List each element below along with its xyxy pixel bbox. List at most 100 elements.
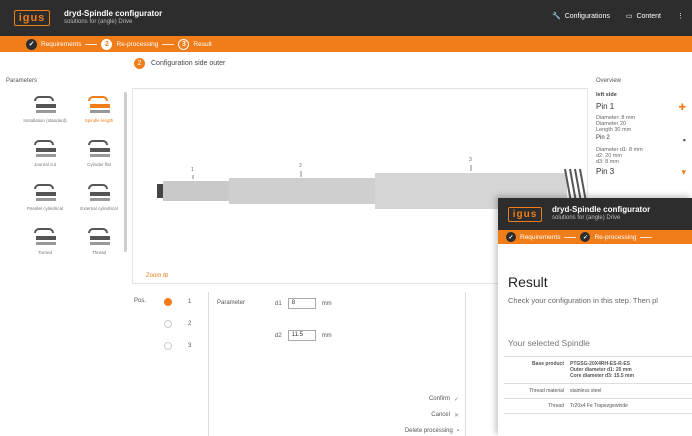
result-app-title: dryd-Spindle configurator solutions for … bbox=[552, 205, 650, 223]
config-step-badge: 2 bbox=[134, 58, 145, 69]
table-row: Thread Tr20x4 Fe Trapezgewinde bbox=[504, 399, 692, 414]
step-connector bbox=[85, 43, 98, 45]
row-value-line: Core diameter d3: 15.5 mm bbox=[570, 373, 634, 379]
pin-detail: d3: 8 mm bbox=[596, 159, 619, 165]
position-num-1: 1 bbox=[188, 299, 192, 305]
cancel-button[interactable]: Cancel ✕ bbox=[431, 412, 459, 419]
step-connector bbox=[640, 236, 653, 238]
row-key: Base product bbox=[532, 361, 564, 367]
position-radio-2[interactable] bbox=[164, 320, 172, 328]
tile-parallel-cylindrical[interactable]: Parallel cylindrical bbox=[18, 180, 72, 224]
position-radio-1[interactable] bbox=[164, 298, 172, 306]
tile-label: Turned bbox=[37, 250, 53, 255]
tile-label: Cylinder flat bbox=[87, 162, 111, 167]
step-1-dot[interactable]: ✓ bbox=[26, 38, 37, 50]
result-table: Base product PTGSG-20X4RH-ES-R-ES Outer … bbox=[504, 356, 692, 414]
dim-label-1: 1 bbox=[191, 167, 194, 173]
close-icon: ✕ bbox=[453, 413, 459, 419]
step-connector bbox=[564, 236, 577, 238]
result-top-bar: igus dryd-Spindle configurator solutions… bbox=[498, 198, 692, 230]
spindle-end-icon bbox=[32, 180, 58, 206]
parameter-panel: Parameter d1 8 mm d2 11.5 mm Confirm ✓ Ca… bbox=[208, 292, 466, 436]
more-icon[interactable]: ⋮ bbox=[677, 12, 684, 20]
calendar-icon: ▭ bbox=[625, 13, 633, 20]
top-nav: 🔧 Configurations ▭ Content ⋮ bbox=[551, 12, 684, 21]
delete-processing-button[interactable]: Delete processing ▪ bbox=[405, 428, 459, 434]
delete-processing-label: Delete processing bbox=[404, 428, 453, 434]
nav-configurations[interactable]: 🔧 Configurations bbox=[551, 12, 610, 21]
result-description: Check your configuration in this step. T… bbox=[508, 296, 658, 305]
position-radio-3[interactable] bbox=[164, 342, 172, 350]
tile-turned[interactable]: Turned bbox=[18, 224, 72, 268]
igus-logo[interactable]: igus bbox=[14, 10, 50, 26]
confirm-button[interactable]: Confirm ✓ bbox=[429, 396, 459, 403]
tile-cylinder-flat[interactable]: Cylinder flat bbox=[72, 136, 126, 180]
position-num-2: 2 bbox=[188, 321, 192, 327]
tile-label: Installation (standard) bbox=[23, 118, 67, 123]
igus-logo[interactable]: igus bbox=[508, 206, 542, 222]
step-2-label[interactable]: Re-processing bbox=[594, 234, 636, 241]
overview-pin-2[interactable]: Pin 2 ▪ bbox=[596, 135, 692, 145]
row-value: stainless steel bbox=[570, 388, 602, 394]
overview-panel: left side Pin 1 ✚ Diameter: 8 mm Diameter… bbox=[596, 92, 692, 180]
app-subtitle: solutions for (angle) Drive bbox=[552, 215, 621, 221]
field-d2: d2 11.5 mm bbox=[275, 330, 332, 341]
spindle-end-icon bbox=[86, 136, 112, 162]
check-icon: ✓ bbox=[453, 397, 459, 403]
field-d1-input[interactable]: 8 bbox=[287, 298, 316, 309]
app-title: dryd-Spindle configurator solutions for … bbox=[64, 9, 162, 27]
pin-title: Pin 2 bbox=[596, 135, 610, 141]
zoom-toggle[interactable]: Zoom ⊞ bbox=[146, 272, 168, 279]
tile-external-cylindrical[interactable]: External cylindrical bbox=[72, 180, 126, 224]
overview-pin-3[interactable]: Pin 3 ▾ bbox=[596, 167, 692, 178]
cancel-label: Cancel bbox=[431, 412, 450, 418]
nav-configurations-label: Configurations bbox=[564, 12, 610, 20]
tile-label: Journal cut bbox=[33, 162, 56, 167]
position-label: Pos. bbox=[134, 298, 147, 304]
step-1-dot[interactable]: ✓ bbox=[506, 232, 516, 242]
field-d2-input[interactable]: 11.5 bbox=[287, 330, 316, 341]
field-d2-label: d2 bbox=[275, 332, 282, 339]
tile-label: Thread bbox=[91, 250, 107, 255]
tile-installation[interactable]: Installation (standard) bbox=[18, 92, 72, 136]
parameters-label: Parameters bbox=[6, 78, 38, 84]
nav-content[interactable]: ▭ Content bbox=[625, 12, 661, 21]
spindle-end-icon bbox=[32, 92, 58, 118]
step-1-label[interactable]: Requirements bbox=[520, 234, 560, 241]
selected-spindle-heading: Your selected Spindle bbox=[508, 338, 590, 348]
parameters-scrollbar[interactable] bbox=[124, 92, 127, 252]
config-header-label: Configuration side outer bbox=[151, 60, 226, 67]
field-d1-label: d1 bbox=[275, 300, 282, 307]
tile-thread[interactable]: Thread bbox=[72, 224, 126, 268]
app-title-text: dryd-Spindle configurator bbox=[552, 205, 651, 214]
app-title-text: dryd-Spindle configurator bbox=[64, 9, 163, 18]
tile-label: Spindle length bbox=[84, 118, 114, 123]
tile-label: External cylindrical bbox=[80, 206, 118, 211]
edit-icon[interactable]: ✚ bbox=[678, 102, 686, 113]
confirm-label: Confirm bbox=[428, 396, 450, 402]
overview-label: Overview bbox=[596, 78, 622, 84]
spindle-end-icon bbox=[32, 224, 58, 250]
step-1-label[interactable]: Requirements bbox=[41, 41, 81, 48]
app-subtitle: solutions for (angle) Drive bbox=[64, 19, 133, 25]
chevron-down-icon[interactable]: ▾ bbox=[681, 167, 686, 178]
step-3-dot[interactable]: 3 bbox=[178, 38, 190, 50]
spindle-end-icon bbox=[32, 136, 58, 162]
step-2-dot[interactable]: 2 bbox=[101, 38, 113, 50]
tile-journal-cut[interactable]: Journal cut bbox=[18, 136, 72, 180]
result-window: igus dryd-Spindle configurator solutions… bbox=[498, 198, 692, 436]
step-2-dot[interactable]: ✓ bbox=[580, 232, 591, 242]
trash-icon: ▪ bbox=[456, 428, 459, 434]
wrench-icon: 🔧 bbox=[551, 13, 561, 20]
tile-label: Parallel cylindrical bbox=[26, 206, 63, 211]
dim-label-3: 3 bbox=[469, 157, 472, 163]
tile-spindle-length[interactable]: Spindle length bbox=[72, 92, 126, 136]
top-bar: igus dryd-Spindle configurator solutions… bbox=[0, 0, 692, 36]
pin-title: Pin 1 bbox=[596, 102, 615, 111]
overview-pin-1[interactable]: Pin 1 ✚ bbox=[596, 102, 692, 113]
step-2-label[interactable]: Re-processing bbox=[116, 41, 158, 48]
step-3-label[interactable]: Result bbox=[193, 41, 211, 48]
delete-icon[interactable]: ▪ bbox=[683, 135, 686, 145]
row-key: Thread material bbox=[528, 388, 564, 394]
result-heading: Result bbox=[508, 274, 548, 290]
